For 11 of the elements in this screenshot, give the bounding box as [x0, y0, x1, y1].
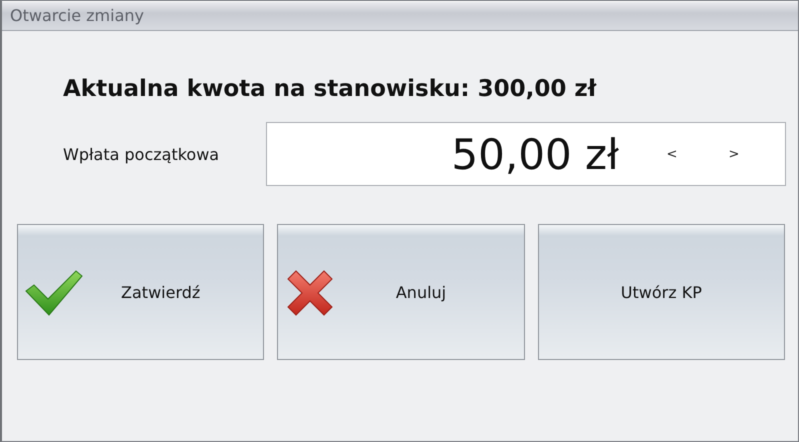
window-title: Otwarcie zmiany: [2, 1, 798, 31]
deposit-label: Wpłata początkowa: [63, 144, 220, 164]
current-amount-label: Aktualna kwota na stanowisku:: [63, 76, 470, 102]
action-button[interactable]: Utwórz KP: [538, 224, 785, 360]
deposit-field[interactable]: 50,00 zł < >: [266, 122, 786, 186]
deposit-value: 50,00 zł: [451, 130, 619, 178]
increment-button[interactable]: >: [703, 146, 765, 162]
decrement-button[interactable]: <: [641, 146, 703, 162]
confirm-button[interactable]: Zatwierdź: [17, 224, 264, 360]
current-amount-value: 300,00 zł: [478, 76, 596, 102]
cancel-button[interactable]: Anuluj: [277, 224, 525, 360]
